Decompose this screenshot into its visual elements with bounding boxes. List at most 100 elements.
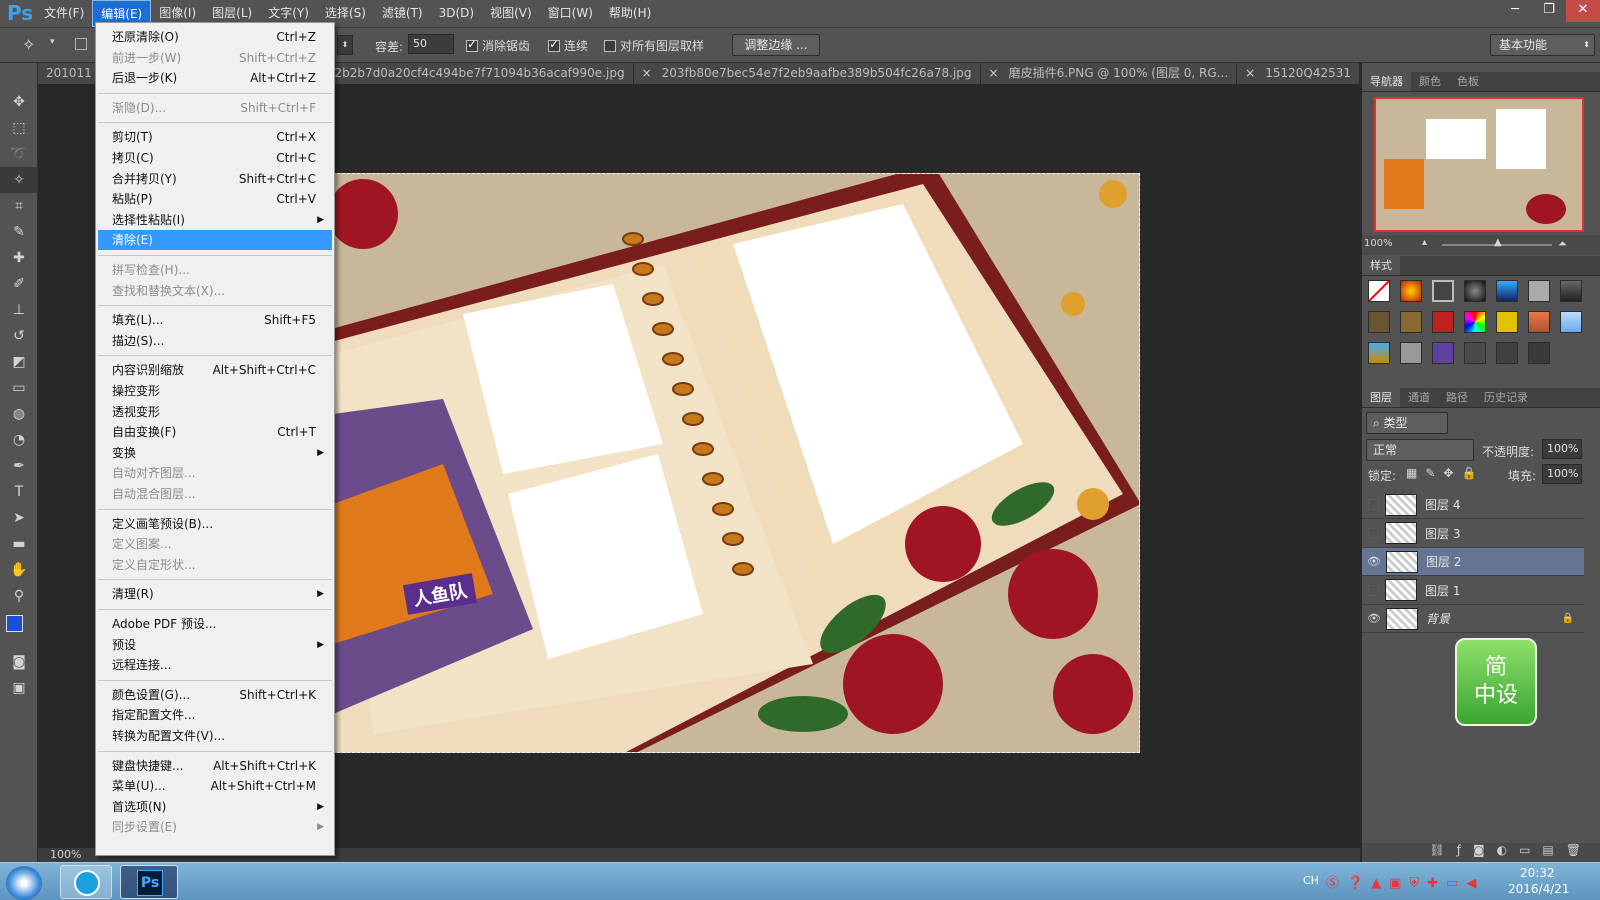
taskbar-browser-icon[interactable] — [60, 865, 112, 899]
visibility-eye-icon[interactable]: 👁 — [1362, 612, 1386, 625]
edit-menu-item[interactable]: 透视变形 — [98, 402, 332, 422]
tab-document-3[interactable]: × 203fb80e7bec54e7f2eb9aafbe389b504fc26a7… — [633, 63, 981, 84]
fill-input[interactable]: 100% — [1542, 464, 1582, 484]
close-tab-icon[interactable]: × — [642, 63, 652, 84]
tab-layers[interactable]: 图层 — [1362, 388, 1400, 407]
eraser-tool-icon[interactable]: ◩ — [0, 349, 38, 375]
blend-mode-dropdown[interactable]: 正常 — [1366, 439, 1474, 461]
marquee-tool-icon[interactable]: ⬚ — [0, 115, 38, 141]
menu-8[interactable]: 视图(V) — [482, 0, 540, 27]
clock-time[interactable]: 20:32 — [1520, 866, 1555, 880]
tab-navigator[interactable]: 导航器 — [1362, 72, 1411, 91]
style-swatch[interactable] — [1368, 342, 1390, 364]
edit-menu-item[interactable]: 清理(R) ▶ — [98, 584, 332, 604]
clone-stamp-icon[interactable]: ⊥ — [0, 297, 38, 323]
document-canvas[interactable]: 人鱼队 — [332, 173, 1140, 753]
edit-menu-item[interactable]: 选择性粘贴(I) ▶ — [98, 210, 332, 230]
edit-menu-item[interactable]: 操控变形 — [98, 381, 332, 401]
sample-all-layers-checkbox[interactable]: 对所有图层取样 — [604, 37, 704, 54]
color-swatches[interactable] — [0, 609, 37, 649]
visibility-toggle[interactable] — [1368, 584, 1379, 596]
style-swatch[interactable] — [1528, 280, 1550, 302]
foreground-color-swatch[interactable] — [6, 615, 23, 632]
visibility-eye-icon[interactable]: 👁 — [1362, 555, 1386, 568]
style-swatch[interactable] — [1400, 342, 1422, 364]
layer-row[interactable]: 👁 图层 2 — [1362, 548, 1584, 576]
edit-menu-item[interactable]: 描边(S)... — [98, 331, 332, 351]
blur-tool-icon[interactable]: ◍ — [0, 401, 38, 427]
menu-6[interactable]: 滤镜(T) — [374, 0, 431, 27]
tab-document-4[interactable]: × 磨皮插件6.PNG @ 100% (图层 0, RG... — [980, 63, 1238, 84]
style-swatch[interactable] — [1464, 280, 1486, 302]
style-none-swatch[interactable] — [1368, 280, 1390, 302]
tab-document-5[interactable]: × 15120Q42531 — [1237, 63, 1360, 84]
style-swatch[interactable] — [1432, 280, 1454, 302]
tab-document-1[interactable]: 201011 — [38, 63, 98, 84]
edit-menu-item[interactable]: 菜单(U)... Alt+Shift+Ctrl+M — [98, 776, 332, 796]
style-swatch[interactable] — [1560, 311, 1582, 333]
edit-menu-item[interactable]: 后退一步(K) Alt+Ctrl+Z — [98, 68, 332, 88]
quick-mask-icon[interactable]: ◙ — [0, 649, 38, 675]
edit-menu-item[interactable]: 合并拷贝(Y) Shift+Ctrl+C — [98, 169, 332, 189]
style-swatch[interactable] — [1528, 342, 1550, 364]
layer-row[interactable]: 图层 1 — [1362, 577, 1584, 605]
edit-menu-item[interactable]: 填充(L)... Shift+F5 — [98, 310, 332, 330]
edit-menu-item[interactable]: 指定配置文件... — [98, 705, 332, 725]
layer-row[interactable]: 👁 背景 🔒 — [1362, 605, 1584, 633]
layers-footer-icons[interactable]: ⛓ƒ◙◐▭▤🗑 — [1362, 843, 1600, 862]
style-swatch[interactable] — [1496, 280, 1518, 302]
zoom-level[interactable]: 100% — [50, 848, 81, 861]
path-select-icon[interactable]: ➤ — [0, 505, 38, 531]
edit-menu-item[interactable]: 清除(E) — [98, 230, 332, 251]
lasso-tool-icon[interactable]: ➰ — [0, 141, 38, 167]
healing-brush-icon[interactable]: ✚ — [0, 245, 38, 271]
edit-menu-item[interactable]: 远程连接... — [98, 655, 332, 675]
style-swatch[interactable] — [1432, 342, 1454, 364]
close-button[interactable]: ✕ — [1566, 0, 1600, 22]
menu-0[interactable]: 文件(F) — [36, 0, 92, 27]
tolerance-input[interactable]: 50 — [408, 34, 454, 54]
dodge-tool-icon[interactable]: ◔ — [0, 427, 38, 453]
edit-menu-item[interactable]: Adobe PDF 预设... — [98, 614, 332, 634]
edit-menu-item[interactable]: 颜色设置(G)... Shift+Ctrl+K — [98, 685, 332, 705]
pen-tool-icon[interactable]: ✒ — [0, 453, 38, 479]
hand-tool-icon[interactable]: ✋ — [0, 557, 38, 583]
close-tab-icon[interactable]: × — [1245, 63, 1255, 84]
menu-9[interactable]: 窗口(W) — [540, 0, 601, 27]
style-swatch[interactable] — [1496, 342, 1518, 364]
style-swatch[interactable] — [1368, 311, 1390, 333]
tab-history[interactable]: 历史记录 — [1476, 388, 1536, 407]
workspace-dropdown[interactable]: 基本功能 ⬍ — [1490, 34, 1595, 56]
layer-row[interactable]: 图层 3 — [1362, 520, 1584, 548]
edit-menu-item[interactable]: 定义画笔预设(B)... — [98, 514, 332, 534]
tab-document-2[interactable]: ×5882b2b7d0a20cf4c494be7f71094b36acaf990… — [283, 63, 634, 84]
minimize-button[interactable]: ─ — [1498, 0, 1532, 22]
crop-tool-icon[interactable]: ⌗ — [0, 193, 38, 219]
tab-color[interactable]: 颜色 — [1411, 72, 1449, 91]
tab-paths[interactable]: 路径 — [1438, 388, 1476, 407]
clock-date[interactable]: 2016/4/21 — [1508, 882, 1570, 896]
style-swatch[interactable] — [1496, 311, 1518, 333]
tab-channels[interactable]: 通道 — [1400, 388, 1438, 407]
tray-icons[interactable]: Ⓢ❓▲▣⛨✚▭◀ — [1326, 872, 1484, 891]
visibility-toggle[interactable] — [1368, 499, 1379, 510]
edit-menu-item[interactable]: 自由变换(F) Ctrl+T — [98, 422, 332, 442]
visibility-toggle[interactable] — [1368, 527, 1379, 539]
style-swatch[interactable] — [1400, 280, 1422, 302]
zoom-out-icon[interactable]: ▴ — [1422, 237, 1427, 248]
edit-menu-item[interactable]: 预设 ▶ — [98, 635, 332, 655]
navigator-preview[interactable] — [1374, 97, 1584, 232]
shape-tool-icon[interactable]: ▬ — [0, 531, 38, 557]
sample-size-dropdown[interactable]: ⬍ — [337, 35, 353, 55]
zoom-tool-icon[interactable]: ⚲ — [0, 583, 38, 609]
style-swatch[interactable] — [1464, 342, 1486, 364]
style-swatch[interactable] — [1464, 311, 1486, 333]
history-brush-icon[interactable]: ↺ — [0, 323, 38, 349]
opacity-input[interactable]: 100% — [1542, 439, 1582, 459]
edit-menu-item[interactable]: 内容识别缩放 Alt+Shift+Ctrl+C — [98, 360, 332, 380]
start-button[interactable] — [6, 866, 42, 900]
screen-mode-icon[interactable]: ▣ — [0, 675, 38, 701]
menu-10[interactable]: 帮助(H) — [601, 0, 659, 27]
menu-7[interactable]: 3D(D) — [431, 0, 482, 27]
magic-wand-tool-icon[interactable]: ✧ — [0, 167, 38, 193]
